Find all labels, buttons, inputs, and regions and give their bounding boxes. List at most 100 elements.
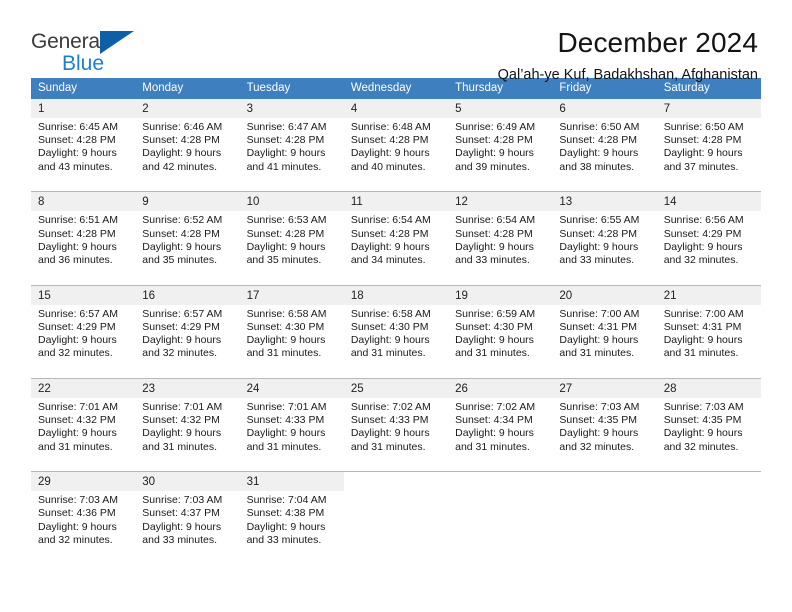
daylight-text: Daylight: 9 hours [455,147,534,160]
sunset-text: Sunset: 4:28 PM [246,134,325,147]
sunrise-text: Sunrise: 7:01 AM [38,400,118,413]
day-number-cell[interactable]: 21 [656,285,761,305]
day-number-cell[interactable]: 19 [448,285,553,305]
day-detail-cell: Sunrise: 7:01 AM Sunset: 4:32 PM Daylight:… [31,397,136,462]
weekday-header-tuesday: Tuesday [239,78,344,99]
weekday-header-wednesday: Wednesday [343,78,449,99]
day-number-cell[interactable]: 29 [31,471,136,492]
day-detail-row: Sunrise: 6:51 AM Sunset: 4:28 PM Daylight:… [31,211,761,276]
daylight-text-cont: and 33 minutes. [246,533,322,546]
daylight-text-cont: and 31 minutes. [38,440,113,453]
day-number-cell[interactable]: 30 [135,471,240,492]
day-number-cell[interactable]: 27 [552,378,657,398]
sunrise-text: Sunrise: 6:49 AM [455,121,536,133]
daylight-text: Daylight: 9 hours [663,240,743,253]
daylight-text-cont: and 31 minutes. [246,440,322,453]
day-number-cell[interactable]: 13 [552,191,657,212]
sunset-text: Sunset: 4:28 PM [350,134,429,147]
day-detail-cell: Sunrise: 7:03 AM Sunset: 4:36 PM Daylight:… [31,491,136,556]
daylight-text-cont: and 31 minutes. [455,440,530,453]
sunrise-text: Sunrise: 6:58 AM [246,307,327,320]
daylight-text: Daylight: 9 hours [663,147,743,160]
day-number-cell[interactable]: 5 [448,99,553,118]
daylight-text: Daylight: 9 hours [350,334,430,347]
daylight-text: Daylight: 9 hours [38,427,117,440]
sunset-text: Sunset: 4:35 PM [663,414,742,427]
day-number-cell[interactable]: 18 [343,285,449,305]
daylight-text-cont: and 32 minutes. [142,347,217,360]
sunset-text: Sunset: 4:38 PM [246,507,325,520]
sunrise-text: Sunrise: 6:56 AM [663,214,744,227]
sunrise-text: Sunrise: 6:59 AM [455,307,536,320]
day-detail-cell: Sunrise: 7:03 AM Sunset: 4:37 PM Daylight:… [135,491,240,556]
day-number-cell[interactable]: 22 [31,378,136,398]
day-number-cell[interactable]: 11 [343,191,449,212]
week-separator [31,461,761,473]
day-number-cell[interactable]: 3 [239,99,344,118]
daylight-text-cont: and 42 minutes. [142,160,217,173]
day-number-cell[interactable]: 31 [239,471,344,492]
day-number-cell[interactable]: 1 [31,99,136,118]
daylight-text-cont: and 31 minutes. [246,347,322,360]
day-number-cell[interactable]: 25 [343,378,449,398]
day-number-cell[interactable]: 20 [552,285,657,305]
sunset-text: Sunset: 4:28 PM [350,227,429,240]
sunrise-text: Sunrise: 7:03 AM [142,494,223,507]
day-number-cell[interactable]: 10 [239,191,344,212]
sunrise-text: Sunrise: 6:57 AM [38,307,118,320]
sunset-text: Sunset: 4:37 PM [142,507,220,520]
sunrise-text: Sunrise: 6:55 AM [559,214,640,227]
day-number-row: 29 30 31 [31,471,761,492]
daylight-text-cont: and 43 minutes. [38,160,113,173]
sunrise-text: Sunrise: 6:52 AM [142,214,223,227]
daylight-text: Daylight: 9 hours [455,334,534,347]
week-separator [31,181,761,193]
sunrise-text: Sunrise: 6:45 AM [38,121,118,133]
sunrise-text: Sunrise: 7:03 AM [559,400,640,413]
day-detail-cell: Sunrise: 6:48 AM Sunset: 4:28 PM Daylight:… [343,118,449,182]
daylight-text: Daylight: 9 hours [559,427,639,440]
day-detail-cell: Sunrise: 6:54 AM Sunset: 4:28 PM Daylight:… [448,211,553,276]
day-number-cell[interactable]: 24 [239,378,344,398]
daylight-text: Daylight: 9 hours [142,520,222,533]
day-number-cell[interactable]: 12 [448,191,553,212]
daylight-text-cont: and 31 minutes. [350,440,426,453]
daylight-text-cont: and 32 minutes. [663,440,739,453]
day-number-cell[interactable]: 26 [448,378,553,398]
day-detail-cell: Sunrise: 6:57 AM Sunset: 4:29 PM Daylight:… [135,304,240,369]
daylight-text: Daylight: 9 hours [38,147,117,160]
day-number-cell[interactable]: 16 [135,285,240,305]
day-number-cell[interactable]: 14 [656,191,761,212]
day-number-cell[interactable]: 23 [135,378,240,398]
daylight-text-cont: and 35 minutes. [142,253,217,266]
day-detail-cell: Sunrise: 6:51 AM Sunset: 4:28 PM Daylight:… [31,211,136,276]
page-header: General Blue December 2024 Qal’ah-ye Kuf… [0,0,792,83]
daylight-text-cont: and 40 minutes. [350,160,426,173]
daylight-text-cont: and 33 minutes. [455,253,530,266]
day-number-cell[interactable]: 8 [31,191,136,212]
day-detail-cell: Sunrise: 7:01 AM Sunset: 4:32 PM Daylight:… [135,397,240,462]
day-detail-cell: Sunrise: 6:58 AM Sunset: 4:30 PM Daylight:… [239,304,344,369]
daylight-text-cont: and 31 minutes. [350,347,426,360]
day-number-cell[interactable]: 28 [656,378,761,398]
day-number-cell[interactable]: 4 [343,99,449,118]
daylight-text-cont: and 39 minutes. [455,160,530,173]
page-title: December 2024 [557,27,758,58]
day-number-cell[interactable]: 9 [135,191,240,212]
sunrise-text: Sunrise: 7:02 AM [455,400,536,413]
sunset-text: Sunset: 4:29 PM [38,320,116,333]
week-separator-cell [31,181,761,193]
sunset-text: Sunset: 4:28 PM [246,227,325,240]
day-number-cell[interactable]: 17 [239,285,344,305]
day-number-cell[interactable]: 15 [31,285,136,305]
day-number-cell[interactable]: 7 [656,99,761,118]
day-number-cell[interactable]: 6 [552,99,657,118]
sunrise-text: Sunrise: 6:46 AM [142,121,223,133]
sunrise-text: Sunrise: 6:54 AM [455,214,536,227]
sunrise-text: Sunrise: 7:03 AM [38,494,118,507]
daylight-text: Daylight: 9 hours [350,147,430,160]
daylight-text-cont: and 31 minutes. [142,440,217,453]
week-separator [31,275,761,286]
day-detail-cell: Sunrise: 7:03 AM Sunset: 4:35 PM Daylight:… [552,397,657,462]
day-number-cell[interactable]: 2 [135,99,240,118]
